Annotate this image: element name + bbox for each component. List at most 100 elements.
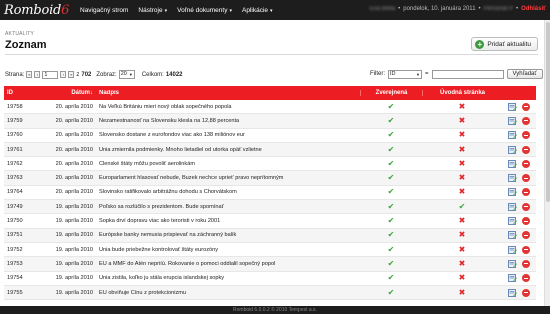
table-row[interactable]: 19751 19. apríla 2010 Európske banky nemus… [4,228,536,243]
check-icon[interactable]: ✔ [388,288,395,297]
search-button[interactable]: Vyhľadať [506,69,543,79]
nav-item-documents[interactable]: Voľné dokumenty ▾ [177,7,232,14]
check-icon[interactable]: ✔ [388,159,395,168]
breadcrumb[interactable]: AKTUALITY [5,31,34,37]
table-row[interactable]: 19758 20. apríla 2010 Na Veľkú Britániu mi… [4,100,536,115]
col-id[interactable]: ID [4,90,38,96]
table-row[interactable]: 19761 20. apríla 2010 Únia zmiernila podmi… [4,142,536,158]
check-icon[interactable]: ✔ [388,259,395,268]
check-icon[interactable]: ✔ [388,145,395,154]
row-title-link[interactable]: Európske banky nemusia prispievať na zác… [96,232,360,238]
scrollbar-thumb[interactable] [546,22,550,202]
delete-icon[interactable] [522,116,530,125]
edit-icon[interactable] [508,231,517,240]
table-row[interactable]: 19750 19. apríla 2010 Sopka drví dopravu v… [4,214,536,229]
table-row[interactable]: 19752 19. apríla 2010 Únia bude priebežne … [4,243,536,258]
table-row[interactable]: 19755 19. apríla 2010 EÚ obviňuje Čínu z p… [4,285,536,301]
nav-item-tree[interactable]: Navigačný strom [80,7,128,14]
col-front-page[interactable]: Úvodná stránka [422,90,502,96]
cross-icon[interactable]: ✖ [459,102,466,111]
app-logo[interactable]: Romboid6 [0,3,80,18]
row-title-link[interactable]: Únia zmiernila podmienky. Mnoho lietadie… [96,147,360,153]
check-icon[interactable]: ✔ [388,173,395,182]
cross-icon[interactable]: ✖ [459,288,466,297]
table-row[interactable]: 19754 19. apríla 2010 Únia zistila, koľko … [4,272,536,286]
delete-icon[interactable] [522,245,530,254]
edit-icon[interactable] [508,102,517,111]
delete-icon[interactable] [522,159,530,168]
check-icon[interactable]: ✔ [388,102,395,111]
row-title-link[interactable]: EÚ a MMF do Atén nepriíú. Rokovanie o po… [96,261,360,267]
filter-field-select[interactable]: ID ▼ [388,69,422,79]
edit-icon[interactable] [508,188,517,197]
cross-icon[interactable]: ✖ [459,173,466,182]
row-title-link[interactable]: Slovensko dostane z eurofondov viac ako … [96,132,360,138]
check-icon[interactable]: ✔ [388,273,395,282]
table-row[interactable]: 19760 20. apríla 2010 Slovensko dostane z … [4,129,536,143]
edit-icon[interactable] [508,288,517,297]
edit-icon[interactable] [508,116,517,125]
delete-icon[interactable] [522,288,530,297]
check-icon[interactable]: ✔ [388,130,395,139]
cross-icon[interactable]: ✖ [459,230,466,239]
check-icon[interactable]: ✔ [388,187,395,196]
delete-icon[interactable] [522,131,530,140]
cross-icon[interactable]: ✖ [459,145,466,154]
edit-icon[interactable] [508,217,517,226]
cross-icon[interactable]: ✖ [459,159,466,168]
check-icon[interactable]: ✔ [388,116,395,125]
row-title-link[interactable]: Členské štáty môžu povoliť aerolinkám [96,161,360,167]
filter-value-input[interactable] [431,69,504,79]
delete-icon[interactable] [522,231,530,240]
cross-icon[interactable]: ✖ [459,245,466,254]
edit-icon[interactable] [508,259,517,268]
first-page-button[interactable]: « [26,71,33,78]
delete-icon[interactable] [522,217,530,226]
table-row[interactable]: 19762 20. apríla 2010 Členské štáty môžu p… [4,157,536,172]
edit-icon[interactable] [508,145,517,154]
row-title-link[interactable]: Slovinsko ratifikovalo arbitrážnu dohodu… [96,189,360,195]
col-title[interactable]: Nadpis [96,90,360,96]
edit-icon[interactable] [508,131,517,140]
table-row[interactable]: 19749 19. apríla 2010 Poľsko sa rozlúčilo … [4,200,536,215]
edit-icon[interactable] [508,202,517,211]
row-title-link[interactable]: EÚ obviňuje Čínu z protekcionizmu [96,290,360,296]
check-icon[interactable]: ✔ [459,202,466,211]
add-news-button[interactable]: + Pridať aktualitu [471,37,538,51]
cross-icon[interactable]: ✖ [459,273,466,282]
nav-item-applications[interactable]: Aplikácie ▾ [242,7,273,14]
row-title-link[interactable]: Europarlament hlasovať nebude, Buzek nec… [96,175,360,181]
per-page-select[interactable]: 20 ▼ [118,70,135,79]
table-row[interactable]: 19764 20. apríla 2010 Slovinsko ratifikova… [4,186,536,201]
delete-icon[interactable] [522,174,530,183]
cross-icon[interactable]: ✖ [459,116,466,125]
check-icon[interactable]: ✔ [388,216,395,225]
delete-icon[interactable] [522,274,530,283]
row-title-link[interactable]: Poľsko sa rozlúčilo s prezidentom. Bude … [96,204,360,210]
edit-icon[interactable] [508,159,517,168]
nav-item-tools[interactable]: Nástroje ▾ [138,7,167,14]
row-title-link[interactable]: Na Veľkú Britániu mieri nový oblak sopeč… [96,104,360,110]
logout-link[interactable]: Odhlásiť [521,6,546,12]
delete-icon[interactable] [522,102,530,111]
page-scrollbar[interactable] [544,20,550,306]
page-input[interactable]: 1 [42,70,59,79]
table-row[interactable]: 19763 20. apríla 2010 Europarlament hlasov… [4,171,536,186]
delete-icon[interactable] [522,145,530,154]
row-title-link[interactable]: Nezamestnanosť na Slovensku klesla na 12… [96,118,360,124]
edit-icon[interactable] [508,174,517,183]
row-title-link[interactable]: Únia zistila, koľko ju stála erupcia isl… [96,275,360,281]
check-icon[interactable]: ✔ [388,202,395,211]
row-title-link[interactable]: Únia bude priebežne kontrolovať štáty eu… [96,247,360,253]
delete-icon[interactable] [522,188,530,197]
check-icon[interactable]: ✔ [388,245,395,254]
row-title-link[interactable]: Sopka drví dopravu viac ako teroristi v … [96,218,360,224]
table-row[interactable]: 19759 20. apríla 2010 Nezamestnanosť na Sl… [4,114,536,129]
cross-icon[interactable]: ✖ [459,259,466,268]
last-page-button[interactable]: » [68,71,75,78]
cross-icon[interactable]: ✖ [459,187,466,196]
edit-icon[interactable] [508,245,517,254]
user-name[interactable]: Eva Bella [370,6,395,12]
check-icon[interactable]: ✔ [388,230,395,239]
edit-icon[interactable] [508,274,517,283]
